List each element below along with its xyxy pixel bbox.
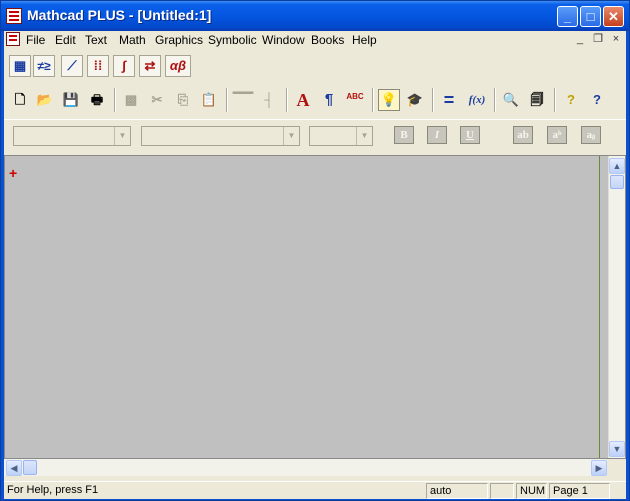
ab-button[interactable]: ab [513,126,533,144]
menu-text[interactable]: Text [84,32,108,48]
size-select[interactable]: ▼ [309,126,373,146]
horizontal-scroll-thumb[interactable] [23,460,37,475]
subscript-button[interactable]: aᵦ [581,126,601,144]
horizontal-scrollbar[interactable]: ◀ ▶ [4,459,607,476]
doc-close-button[interactable]: × [608,32,624,46]
worksheet-area[interactable]: + ▲ ▼ [4,155,626,459]
scroll-up-icon[interactable]: ▲ [609,158,625,174]
document-icon[interactable] [6,32,20,46]
standard-toolbar: 🗋 📂 💾 🖶 ▩ ✂ ⎘ 📋 ▔▔ ┤ A ¶ ABC 💡 🎓 = f(x) … [4,85,626,117]
separator [432,88,434,112]
client-area: File Edit Text Math Graphics Symbolic Wi… [4,31,626,499]
status-page: Page 1 [549,483,610,499]
window-title: Mathcad PLUS - [Untitled:1] [27,7,212,23]
format-toolbar: ▼ ▼ ▼ B I U ab aᵇ aᵦ [4,119,626,153]
status-empty [490,483,514,499]
style-select[interactable]: ▼ [13,126,131,146]
evaluate-equals-icon[interactable]: = [438,89,460,111]
status-help-text: For Help, press F1 [7,484,99,496]
separator [554,88,556,112]
align-down-icon[interactable]: ┤ [258,89,280,111]
zoom-icon[interactable]: 🔍 [500,89,522,111]
status-bar: For Help, press F1 auto NUM Page 1 [4,481,626,499]
right-margin-line [599,156,600,458]
title-bar[interactable]: Mathcad PLUS - [Untitled:1] _ □ ✕ [1,1,629,31]
evaluation-palette-icon[interactable]: ≠≥ [33,55,55,77]
tip-of-day-icon[interactable]: ? [560,89,582,111]
status-num: NUM [516,483,547,499]
insert-text-icon[interactable]: A [292,89,314,111]
chevron-down-icon: ▼ [283,127,299,145]
menu-file[interactable]: File [25,32,46,48]
chevron-down-icon: ▼ [114,127,130,145]
menu-window[interactable]: Window [261,32,306,48]
graph-palette-icon[interactable]: ⟋ [61,55,83,77]
calculator-palette-icon[interactable]: ▦ [9,55,31,77]
calculus-palette-icon[interactable]: ∫ [113,55,135,77]
separator [226,88,228,112]
menu-edit[interactable]: Edit [54,32,77,48]
doc-minimize-button[interactable]: _ [572,32,588,46]
separator [494,88,496,112]
menu-math[interactable]: Math [118,32,147,48]
doc-restore-button[interactable]: ❐ [590,32,606,46]
menu-graphics[interactable]: Graphics [154,32,204,48]
calculate-icon[interactable]: ▩ [120,89,142,111]
close-button[interactable]: ✕ [603,6,624,27]
greek-palette-icon[interactable]: αβ [165,55,191,77]
paragraph-icon[interactable]: ¶ [318,89,340,111]
programming-palette-icon[interactable]: ⇄ [139,55,161,77]
print-icon[interactable]: 🖶 [86,89,108,111]
cut-icon[interactable]: ✂ [146,89,168,111]
menu-help[interactable]: Help [351,32,378,48]
spell-check-icon[interactable]: ABC [344,89,366,111]
crosshair-cursor: + [9,165,18,181]
paste-icon[interactable]: 📋 [198,89,220,111]
vertical-scroll-thumb[interactable] [610,175,624,189]
help-icon[interactable]: ? [586,89,608,111]
menu-bar: File Edit Text Math Graphics Symbolic Wi… [4,31,626,49]
minimize-button[interactable]: _ [557,6,578,27]
chevron-down-icon: ▼ [356,127,372,145]
font-select[interactable]: ▼ [141,126,300,146]
new-document-icon[interactable]: 🗋 [9,89,31,111]
separator [286,88,288,112]
calc-mode-lightbulb-icon[interactable]: 💡 [378,89,400,111]
resource-center-icon[interactable]: 🎓 [404,89,426,111]
scroll-down-icon[interactable]: ▼ [609,441,625,457]
superscript-button[interactable]: aᵇ [547,126,567,144]
status-mode: auto [426,483,488,499]
open-folder-icon[interactable]: 📂 [34,89,56,111]
bold-button[interactable]: B [394,126,414,144]
separator [372,88,374,112]
underline-button[interactable]: U [460,126,480,144]
application-window: Mathcad PLUS - [Untitled:1] _ □ ✕ File E… [0,0,630,501]
menu-symbolic[interactable]: Symbolic [207,32,258,48]
matrix-palette-icon[interactable]: ⁞⁞ [87,55,109,77]
separator [114,88,116,112]
vertical-scrollbar[interactable]: ▲ ▼ [608,156,625,458]
align-across-icon[interactable]: ▔▔ [232,89,254,111]
insert-function-icon[interactable]: f(x) [464,89,490,111]
maximize-button[interactable]: □ [580,6,601,27]
menu-books[interactable]: Books [310,32,345,48]
scroll-left-icon[interactable]: ◀ [6,460,22,476]
insert-unit-icon[interactable]: 🗐 [526,89,548,111]
italic-button[interactable]: I [427,126,447,144]
scroll-right-icon[interactable]: ▶ [591,460,607,476]
palette-toolbar: ▦ ≠≥ ⟋ ⁞⁞ ∫ ⇄ αβ [4,51,626,81]
save-disk-icon[interactable]: 💾 [60,89,82,111]
copy-icon[interactable]: ⎘ [172,89,194,111]
mathcad-app-icon[interactable] [6,8,22,24]
